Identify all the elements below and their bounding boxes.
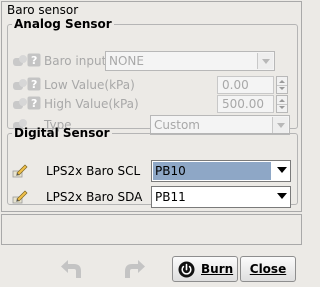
low-value-label: Low Value(kPa) bbox=[44, 78, 135, 92]
edit-pencil-icon[interactable] bbox=[12, 162, 28, 178]
status-area bbox=[1, 214, 302, 245]
high-value-value: 500.00 bbox=[222, 97, 264, 111]
svg-text:?: ? bbox=[31, 78, 37, 91]
sda-label: LPS2x Baro SDA bbox=[46, 190, 143, 204]
high-value-spinner[interactable] bbox=[276, 95, 288, 113]
sda-value: PB11 bbox=[155, 190, 186, 204]
redo-icon[interactable] bbox=[120, 255, 146, 281]
close-button[interactable]: Close bbox=[240, 256, 296, 282]
baro-input-value: NONE bbox=[109, 54, 144, 68]
chevron-down-icon bbox=[273, 162, 289, 180]
baro-input-row: ? Baro input NONE bbox=[8, 51, 297, 71]
edit-pencil-icon[interactable] bbox=[12, 188, 28, 204]
sda-select[interactable]: PB11 bbox=[151, 186, 291, 208]
help-icon: ? bbox=[27, 53, 43, 69]
toggle-icon bbox=[12, 96, 28, 112]
scl-row: LPS2x Baro SCL PB10 bbox=[8, 159, 297, 182]
undo-icon[interactable] bbox=[60, 255, 86, 281]
analog-sensor-group: Analog Sensor ? Baro input NONE ? Low Va bbox=[7, 17, 298, 135]
spin-up-icon bbox=[279, 99, 285, 102]
baro-input-label: Baro input bbox=[44, 54, 107, 68]
scl-select[interactable]: PB10 bbox=[151, 160, 291, 182]
svg-text:?: ? bbox=[31, 97, 37, 110]
toggle-icon bbox=[12, 77, 28, 93]
spin-down-icon bbox=[279, 106, 285, 109]
low-value-value: 0.00 bbox=[222, 78, 249, 92]
help-icon: ? bbox=[27, 77, 43, 93]
high-value-label: High Value(kPa) bbox=[44, 97, 139, 111]
scl-label: LPS2x Baro SCL bbox=[46, 164, 141, 178]
spin-down-icon bbox=[279, 87, 285, 90]
high-value-field[interactable]: 500.00 bbox=[217, 95, 274, 113]
bottom-toolbar: Burn Close bbox=[0, 248, 305, 287]
sda-row: LPS2x Baro SDA PB11 bbox=[8, 185, 297, 208]
burn-button[interactable]: Burn bbox=[172, 256, 238, 282]
high-value-row: ? High Value(kPa) 500.00 bbox=[8, 95, 297, 115]
scl-value: PB10 bbox=[153, 162, 271, 180]
digital-sensor-group: Digital Sensor LPS2x Baro SCL PB10 LPS2x… bbox=[7, 126, 298, 208]
digital-sensor-legend: Digital Sensor bbox=[14, 126, 110, 140]
low-value-row: ? Low Value(kPa) 0.00 bbox=[8, 76, 297, 96]
chevron-down-icon bbox=[273, 188, 289, 206]
baro-input-select[interactable]: NONE bbox=[105, 51, 275, 71]
burn-label: Burn bbox=[201, 262, 234, 276]
panel-title: Baro sensor bbox=[7, 3, 79, 17]
toggle-icon bbox=[12, 53, 28, 69]
close-label: Close bbox=[249, 262, 287, 276]
help-icon: ? bbox=[27, 96, 43, 112]
analog-sensor-legend: Analog Sensor bbox=[14, 17, 112, 31]
chevron-down-icon bbox=[257, 53, 273, 69]
low-value-field[interactable]: 0.00 bbox=[217, 76, 274, 94]
power-icon bbox=[178, 261, 195, 278]
baro-sensor-panel: Baro sensor Analog Sensor ? Baro input N… bbox=[1, 1, 302, 212]
svg-text:?: ? bbox=[31, 54, 37, 67]
spin-up-icon bbox=[279, 80, 285, 83]
low-value-spinner[interactable] bbox=[276, 76, 288, 94]
